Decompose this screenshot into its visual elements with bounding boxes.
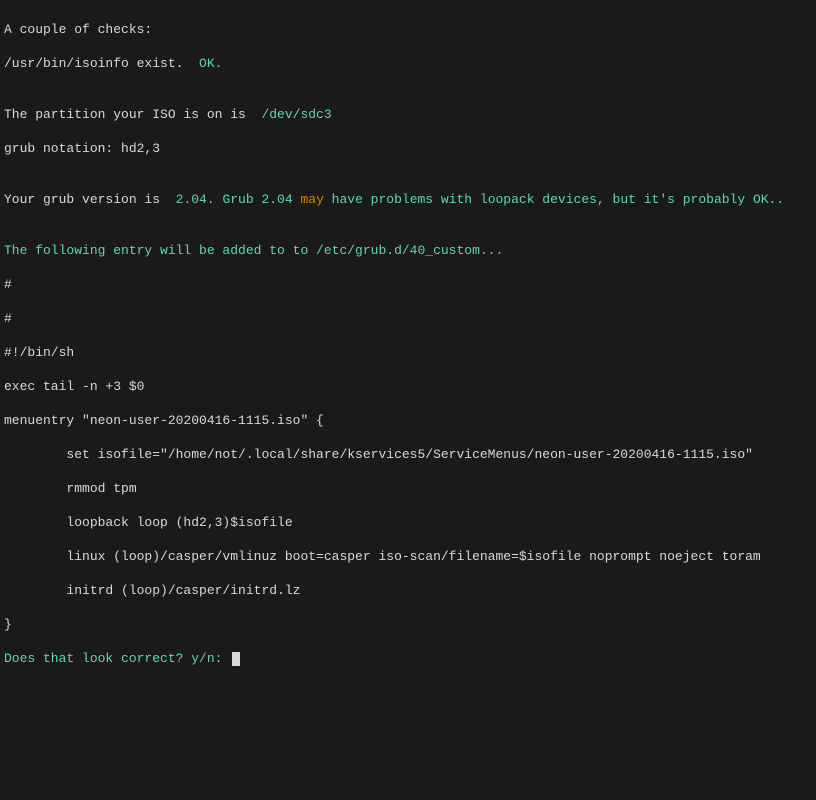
prompt-line[interactable]: Does that look correct? y/n: [4, 650, 812, 667]
output-line: # [4, 276, 812, 293]
output-line: A couple of checks: [4, 21, 812, 38]
output-line: loopback loop (hd2,3)$isofile [4, 514, 812, 531]
output-line: The partition your ISO is on is /dev/sdc… [4, 106, 812, 123]
output-line: # [4, 310, 812, 327]
cursor [232, 652, 240, 666]
output-line: rmmod tpm [4, 480, 812, 497]
prompt-text: Does that look correct? y/n: [4, 651, 230, 666]
terminal-output: A couple of checks: /usr/bin/isoinfo exi… [4, 4, 812, 684]
output-line: } [4, 616, 812, 633]
output-line: set isofile="/home/not/.local/share/kser… [4, 446, 812, 463]
output-line: /usr/bin/isoinfo exist. OK. [4, 55, 812, 72]
output-line: Your grub version is 2.04. Grub 2.04 may… [4, 191, 812, 208]
output-line: initrd (loop)/casper/initrd.lz [4, 582, 812, 599]
output-line: The following entry will be added to to … [4, 242, 812, 259]
output-line: #!/bin/sh [4, 344, 812, 361]
output-line: exec tail -n +3 $0 [4, 378, 812, 395]
output-line: grub notation: hd2,3 [4, 140, 812, 157]
output-line: linux (loop)/casper/vmlinuz boot=casper … [4, 548, 812, 565]
output-line: menuentry "neon-user-20200416-1115.iso" … [4, 412, 812, 429]
